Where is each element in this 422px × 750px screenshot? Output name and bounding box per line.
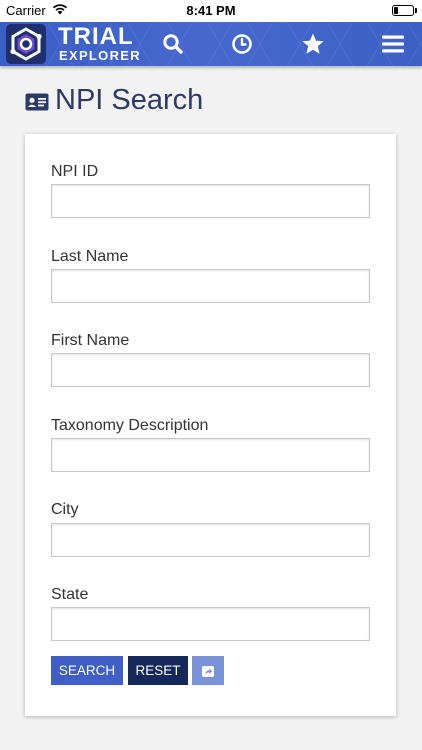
npi-search-form: NPI ID Last Name First Name Taxonomy Des… — [25, 134, 396, 716]
last-name-input[interactable] — [51, 269, 370, 303]
page-title: NPI Search — [55, 84, 204, 116]
state-label: State — [51, 586, 89, 603]
taxonomy-description-label: Taxonomy Description — [51, 417, 209, 434]
npi-id-label: NPI ID — [51, 163, 99, 180]
share-icon — [192, 664, 224, 678]
app-logo-icon[interactable] — [6, 24, 46, 64]
battery-icon — [392, 5, 417, 16]
last-name-label: Last Name — [51, 248, 129, 265]
app-navbar: TRIAL EXPLORER — [0, 22, 422, 66]
search-icon[interactable] — [161, 32, 185, 56]
city-label: City — [51, 501, 79, 518]
reset-button[interactable]: RESET — [128, 656, 188, 685]
brand-title: TRIAL — [58, 23, 134, 50]
menu-icon[interactable] — [381, 32, 405, 56]
search-button[interactable]: SEARCH — [51, 656, 123, 685]
taxonomy-description-input[interactable] — [51, 438, 370, 472]
first-name-input[interactable] — [51, 353, 370, 387]
share-button[interactable] — [192, 656, 224, 685]
status-time: 8:41 PM — [186, 3, 236, 18]
star-icon[interactable] — [301, 32, 325, 56]
first-name-label: First Name — [51, 332, 130, 349]
state-input[interactable] — [51, 607, 370, 641]
npi-id-input[interactable] — [51, 184, 370, 218]
brand-subtitle: EXPLORER — [59, 48, 141, 63]
id-card-icon — [25, 93, 49, 111]
city-input[interactable] — [51, 523, 370, 557]
clock-icon[interactable] — [230, 32, 254, 56]
status-bar: Carrier 8:41 PM — [0, 0, 422, 22]
